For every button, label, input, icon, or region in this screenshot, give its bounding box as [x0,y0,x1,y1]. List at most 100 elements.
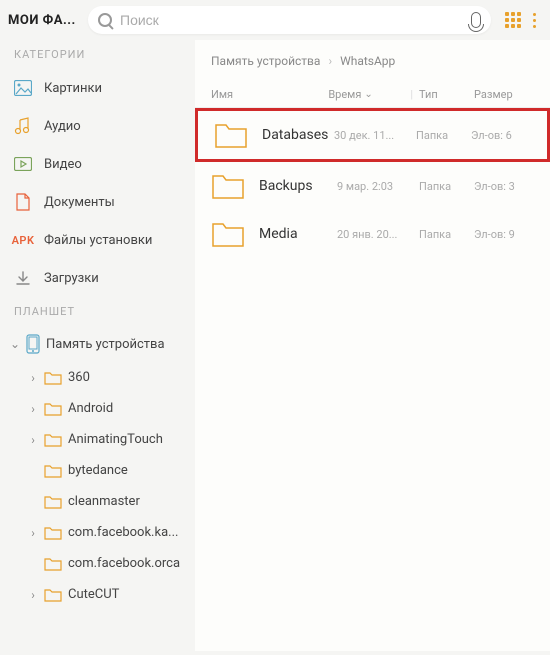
video-icon [14,155,32,173]
category-apk[interactable]: APK Файлы установки [0,221,195,259]
tree-folder[interactable]: com.facebook.orca [18,548,195,579]
grid-view-icon[interactable] [505,12,521,28]
folder-icon [211,172,245,200]
folder-icon [44,433,62,447]
header-bar: МОИ ФА... [0,0,550,40]
download-icon [14,269,32,287]
category-video[interactable]: Видео [0,145,195,183]
file-row[interactable]: Backups 9 мар. 2:03ПапкаЭл-ов: 3 [195,162,550,210]
tree-folder[interactable]: bytedance [18,455,195,486]
tree-label: cleanmaster [68,494,140,509]
category-label: Загрузки [44,271,99,286]
chevron-right-icon [28,466,38,476]
tree-label: bytedance [68,463,128,478]
col-size[interactable]: Размер [474,88,534,101]
row-time: 9 мар. 2:03 [337,180,419,193]
file-list: Databases30 дек. 11...ПапкаЭл-ов: 6Backu… [195,108,550,258]
app-title: МОИ ФА... [8,13,80,28]
row-name: Media [211,220,337,248]
col-type[interactable]: Тип [419,88,474,101]
row-size: Эл-ов: 6 [471,129,531,142]
category-label: Аудио [44,119,81,134]
folder-icon [44,557,62,571]
folder-icon [44,588,62,602]
phone-icon [26,334,40,354]
search-icon [98,13,112,27]
col-time-label: Время [328,88,361,101]
tree-folder[interactable]: › AnimatingTouch [18,424,195,455]
col-time[interactable]: Время⌄ [328,88,410,101]
category-documents[interactable]: Документы [0,183,195,221]
chevron-right-icon: › [28,528,38,538]
category-label: Картинки [44,81,102,96]
file-row[interactable]: Media 20 янв. 20...ПапкаЭл-ов: 9 [195,210,550,258]
tree-label: AnimatingTouch [68,432,163,447]
row-type: Папка [419,228,474,241]
folder-icon [44,371,62,385]
chevron-right-icon [28,559,38,569]
row-type: Папка [416,129,471,142]
sort-desc-icon: ⌄ [364,89,372,100]
tree-label: com.facebook.ka... [68,525,178,540]
row-time: 30 дек. 11... [334,129,416,142]
tree-device-storage[interactable]: ⌄ Память устройства [0,326,195,362]
tree-folder[interactable]: › com.facebook.ka... [18,517,195,548]
separator: | [410,88,413,101]
chevron-down-icon: ⌄ [10,339,20,349]
category-audio[interactable]: Аудио [0,107,195,145]
category-images[interactable]: Картинки [0,69,195,107]
search-box[interactable] [88,6,491,34]
tree-folder[interactable]: cleanmaster [18,486,195,517]
table-header: Имя Время⌄ | Тип Размер [195,82,550,108]
category-label: Документы [44,195,115,210]
folder-tree: ›360›Android›AnimatingTouchbytedanceclea… [0,362,195,610]
search-input[interactable] [120,12,463,28]
sidebar: КАТЕГОРИИ Картинки Аудио Видео Документы… [0,40,195,651]
tree-label: com.facebook.orca [68,556,180,571]
folder-icon [44,526,62,540]
row-name: Backups [211,172,337,200]
content-pane: Память устройства › WhatsApp Имя Время⌄ … [195,40,550,651]
folder-icon [211,220,245,248]
tree-label: Android [68,401,113,416]
chevron-right-icon: › [28,590,38,600]
tree-label: CuteCUT [68,587,119,602]
tree-label: Память устройства [46,337,165,352]
apk-icon: APK [14,231,32,249]
category-label: Файлы установки [44,233,152,248]
more-icon[interactable] [533,13,536,28]
row-size: Эл-ов: 9 [474,228,534,241]
crumb[interactable]: Память устройства [211,54,320,68]
row-size: Эл-ов: 3 [474,180,534,193]
file-name: Media [259,226,298,242]
tree-folder[interactable]: ›Android [18,393,195,424]
category-downloads[interactable]: Загрузки [0,259,195,297]
row-name: Databases [214,121,334,149]
header-actions [499,12,542,28]
folder-icon [44,495,62,509]
row-type: Папка [419,180,474,193]
file-name: Backups [259,178,313,194]
section-categories: КАТЕГОРИИ [0,40,195,69]
mic-icon[interactable] [471,12,481,28]
document-icon [14,193,32,211]
section-device: ПЛАНШЕТ [0,297,195,326]
tree-label: 360 [68,370,90,385]
file-row[interactable]: Databases 30 дек. 11...ПапкаЭл-ов: 6 [195,108,550,162]
row-time: 20 янв. 20... [337,228,419,241]
image-icon [14,79,32,97]
chevron-right-icon: › [28,435,38,445]
chevron-right-icon: › [328,54,332,68]
file-name: Databases [262,127,328,143]
tree-folder[interactable]: › CuteCUT [18,579,195,610]
folder-icon [44,402,62,416]
crumb[interactable]: WhatsApp [340,54,395,68]
chevron-right-icon: › [28,373,38,383]
main: КАТЕГОРИИ Картинки Аудио Видео Документы… [0,40,550,651]
chevron-right-icon [28,497,38,507]
breadcrumb: Память устройства › WhatsApp [195,40,550,82]
audio-icon [14,117,32,135]
tree-folder[interactable]: › 360 [18,362,195,393]
col-name[interactable]: Имя [211,88,328,101]
folder-icon [44,464,62,478]
